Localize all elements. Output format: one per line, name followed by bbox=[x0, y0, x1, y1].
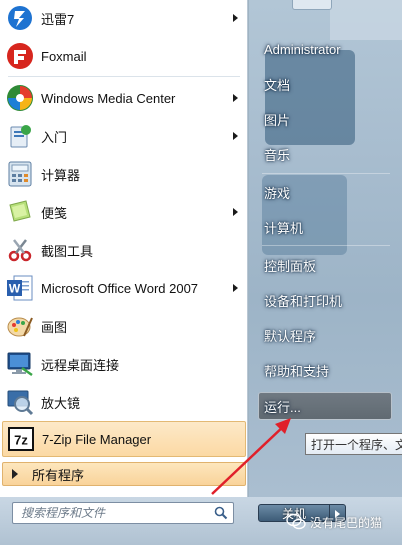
right-item-games[interactable]: 游戏 bbox=[262, 177, 390, 207]
control-panel-label: 控制面板 bbox=[264, 258, 317, 274]
program-label: 计算器 bbox=[41, 167, 81, 183]
games-label: 游戏 bbox=[264, 185, 291, 201]
thunder-icon bbox=[4, 2, 36, 34]
right-item-computer[interactable]: 计算机 bbox=[262, 212, 390, 242]
user-avatar[interactable] bbox=[292, 0, 332, 10]
getting-started-icon bbox=[4, 120, 36, 152]
right-item-pictures[interactable]: 图片 bbox=[262, 104, 390, 134]
program-label: 便笺 bbox=[41, 205, 68, 221]
program-item-sticky-notes[interactable]: 便笺 bbox=[2, 194, 246, 230]
program-item-media-center[interactable]: Windows Media Center bbox=[2, 80, 246, 116]
submenu-arrow-icon[interactable] bbox=[233, 284, 238, 292]
program-item-calculator[interactable]: 计算器 bbox=[2, 156, 246, 192]
expand-arrow-icon bbox=[12, 469, 18, 479]
right-item-user[interactable]: Administrator bbox=[262, 34, 390, 64]
program-label: 画图 bbox=[41, 319, 68, 335]
program-item-remote-desktop[interactable]: 远程桌面连接 bbox=[2, 346, 246, 382]
divider bbox=[262, 173, 390, 174]
program-label: 远程桌面连接 bbox=[41, 357, 120, 373]
program-item-snipping-tool[interactable]: 截图工具 bbox=[2, 232, 246, 268]
svg-text:7z: 7z bbox=[14, 433, 28, 448]
all-programs-label: 所有程序 bbox=[32, 467, 85, 483]
foxmail-icon bbox=[4, 40, 36, 72]
sticky-notes-icon bbox=[4, 196, 36, 228]
magnifier-icon bbox=[4, 386, 36, 418]
program-label: 截图工具 bbox=[41, 243, 94, 259]
right-item-music[interactable]: 音乐 bbox=[262, 139, 390, 169]
wechat-icon bbox=[286, 513, 306, 531]
program-item-7zip[interactable]: 7z 7-Zip File Manager bbox=[2, 421, 246, 457]
program-item-magnifier[interactable]: 放大镜 bbox=[2, 384, 246, 420]
search-input[interactable] bbox=[21, 506, 211, 520]
start-menu: 迅雷7 Foxmail Windows Media Center 入门 计算器 … bbox=[0, 0, 402, 545]
right-item-help-support[interactable]: 帮助和支持 bbox=[262, 355, 390, 385]
word-icon: W bbox=[4, 272, 36, 304]
right-item-run[interactable]: 运行... bbox=[258, 392, 392, 420]
music-label: 音乐 bbox=[264, 147, 291, 163]
right-item-default-programs[interactable]: 默认程序 bbox=[262, 320, 390, 350]
tooltip-text: 打开一个程序、文 bbox=[311, 437, 402, 452]
submenu-arrow-icon[interactable] bbox=[233, 132, 238, 140]
submenu-arrow-icon[interactable] bbox=[233, 208, 238, 216]
computer-label: 计算机 bbox=[264, 220, 304, 236]
program-label: Foxmail bbox=[41, 48, 87, 64]
all-programs-button[interactable]: 所有程序 bbox=[2, 462, 246, 486]
program-item-getting-started[interactable]: 入门 bbox=[2, 118, 246, 154]
media-center-icon bbox=[4, 82, 36, 114]
right-item-control-panel[interactable]: 控制面板 bbox=[262, 250, 390, 280]
program-item-word-2007[interactable]: W Microsoft Office Word 2007 bbox=[2, 270, 246, 306]
program-label: 7-Zip File Manager bbox=[42, 431, 152, 447]
watermark-text: 没有尾巴的猫 bbox=[310, 515, 383, 530]
search-icon[interactable] bbox=[214, 506, 228, 525]
watermark: 没有尾巴的猫 bbox=[286, 512, 382, 532]
run-tooltip: 打开一个程序、文 bbox=[305, 433, 402, 455]
program-list-panel: 迅雷7 Foxmail Windows Media Center 入门 计算器 … bbox=[0, 0, 248, 497]
program-label: Windows Media Center bbox=[41, 90, 176, 106]
right-item-documents[interactable]: 文档 bbox=[262, 69, 390, 99]
right-item-devices-printers[interactable]: 设备和打印机 bbox=[262, 285, 390, 315]
program-item-thunder[interactable]: 迅雷7 bbox=[2, 0, 246, 36]
submenu-arrow-icon[interactable] bbox=[233, 94, 238, 102]
user-name-label: Administrator bbox=[264, 41, 341, 57]
divider bbox=[262, 245, 390, 246]
divider bbox=[8, 76, 240, 77]
pictures-label: 图片 bbox=[264, 112, 291, 128]
program-label: 迅雷7 bbox=[41, 11, 75, 27]
calculator-icon bbox=[4, 158, 36, 190]
program-label: 放大镜 bbox=[41, 395, 81, 411]
7zip-icon: 7z bbox=[5, 423, 37, 455]
run-label: 运行... bbox=[264, 399, 301, 415]
program-label: 入门 bbox=[41, 129, 68, 145]
snipping-tool-icon bbox=[4, 234, 36, 266]
devices-printers-label: 设备和打印机 bbox=[264, 293, 343, 309]
program-item-paint[interactable]: 画图 bbox=[2, 308, 246, 344]
remote-desktop-icon bbox=[4, 348, 36, 380]
svg-text:W: W bbox=[9, 282, 21, 296]
program-label: Microsoft Office Word 2007 bbox=[41, 280, 199, 296]
submenu-arrow-icon[interactable] bbox=[233, 14, 238, 22]
program-item-foxmail[interactable]: Foxmail bbox=[2, 38, 246, 74]
documents-label: 文档 bbox=[264, 77, 291, 93]
search-box[interactable] bbox=[12, 502, 234, 524]
default-programs-label: 默认程序 bbox=[264, 328, 317, 344]
paint-icon bbox=[4, 310, 36, 342]
help-support-label: 帮助和支持 bbox=[264, 363, 330, 379]
